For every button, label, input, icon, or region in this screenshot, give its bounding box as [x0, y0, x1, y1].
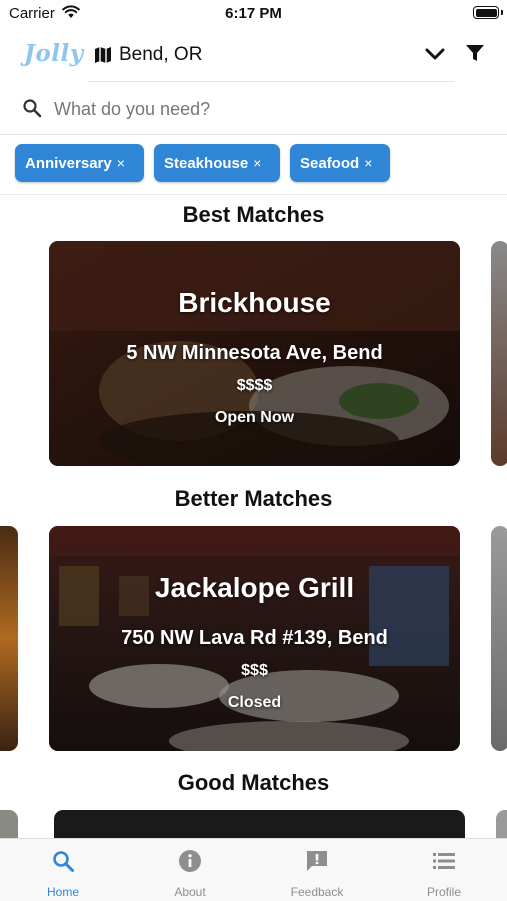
chip-steakhouse[interactable]: Steakhouse ×: [154, 144, 280, 182]
next-card-peek[interactable]: [496, 810, 507, 840]
divider: [0, 194, 507, 195]
status-bar: Carrier 6:17 PM: [0, 0, 507, 30]
tab-label: About: [174, 885, 206, 899]
chip-label: Seafood: [300, 155, 360, 172]
section-title-good: Good Matches: [177, 770, 330, 795]
location-selector[interactable]: Bend, OR: [88, 36, 454, 82]
restaurant-address: 5 NW Minnesota Ave, Bend: [126, 342, 383, 364]
restaurant-card-partial[interactable]: [54, 810, 465, 840]
tab-profile[interactable]: Profile: [381, 839, 507, 901]
next-card-peek[interactable]: [491, 241, 507, 466]
search-input[interactable]: [52, 95, 476, 123]
restaurant-status: Open Now: [214, 409, 295, 426]
chip-seafood[interactable]: Seafood ×: [290, 144, 390, 182]
tab-label: Feedback: [290, 885, 344, 899]
battery-cap: [501, 10, 503, 15]
tab-about[interactable]: About: [127, 839, 253, 901]
restaurant-price: $$$: [241, 662, 268, 679]
app-logo: Jolly: [24, 40, 84, 67]
chip-label: Steakhouse: [164, 155, 249, 172]
restaurant-card-brickhouse[interactable]: Brickhouse 5 NW Minnesota Ave, Bend $$$$…: [49, 241, 460, 466]
map-icon: [95, 47, 111, 63]
search-icon: [53, 851, 74, 872]
clock: 6:17 PM: [225, 5, 282, 22]
chip-anniversary[interactable]: Anniversary ×: [15, 144, 144, 182]
restaurant-status: Closed: [227, 694, 282, 711]
feedback-icon: [307, 851, 327, 871]
restaurant-address: 750 NW Lava Rd #139, Bend: [121, 627, 388, 649]
tab-bar: Home About Feedback Profile: [0, 838, 507, 901]
tab-feedback[interactable]: Feedback: [254, 839, 380, 901]
next-card-peek[interactable]: [491, 526, 507, 751]
previous-card-peek[interactable]: [0, 526, 18, 751]
remove-chip-icon[interactable]: ×: [117, 155, 125, 171]
search-icon: [23, 99, 42, 118]
remove-chip-icon[interactable]: ×: [253, 155, 261, 171]
restaurant-price: $$$$: [236, 377, 273, 394]
location-text: Bend, OR: [119, 44, 203, 65]
search-bar: [0, 84, 507, 135]
battery-icon: [473, 6, 499, 19]
tab-home[interactable]: Home: [0, 839, 126, 901]
info-icon: [179, 850, 201, 872]
chevron-down-icon[interactable]: [425, 46, 445, 62]
list-icon: [433, 853, 455, 869]
previous-card-peek[interactable]: [0, 810, 18, 840]
restaurant-name: Jackalope Grill: [154, 572, 355, 603]
tab-label: Profile: [426, 885, 461, 899]
remove-chip-icon[interactable]: ×: [364, 155, 372, 171]
tab-label: Home: [46, 885, 79, 899]
restaurant-name: Brickhouse: [178, 287, 331, 318]
section-title-best: Best Matches: [182, 202, 325, 227]
section-title-better: Better Matches: [174, 486, 333, 511]
filter-icon[interactable]: [465, 43, 485, 63]
restaurant-card-jackalope-grill[interactable]: Jackalope Grill 750 NW Lava Rd #139, Ben…: [49, 526, 460, 751]
chip-label: Anniversary: [25, 155, 112, 172]
